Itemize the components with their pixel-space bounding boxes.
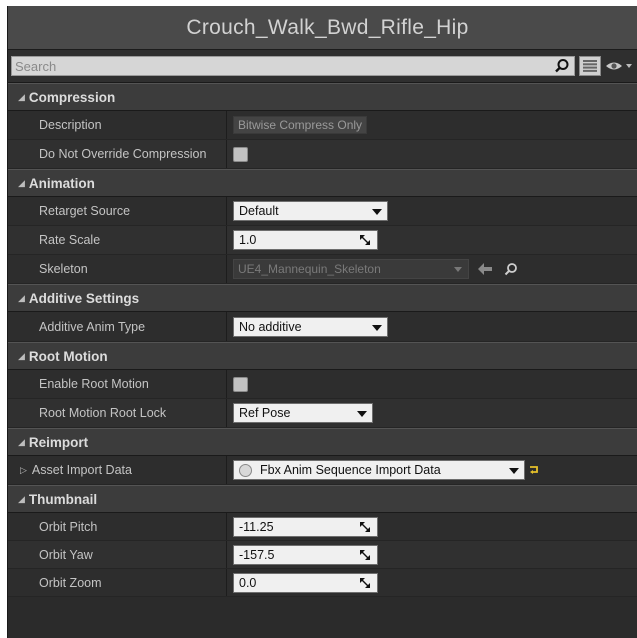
property-row-additive-type: Additive Anim Type No additive [8,312,637,342]
chevron-down-icon [372,324,382,331]
collapse-triangle-icon: ◢ [18,436,25,447]
chevron-down-icon [372,209,382,215]
category-label: Additive Settings [28,290,140,306]
dropdown-value: Default [239,204,279,218]
details-panel: Crouch_Walk_Bwd_Rifle_Hip Search ◢ Compr… [7,6,637,638]
dropdown-value: Ref Pose [239,406,291,420]
collapse-triangle-icon: ◢ [18,177,25,188]
category-label: Compression [28,89,116,105]
property-row-no-override: Do Not Override Compression [8,140,637,169]
chevron-down-icon [454,267,462,272]
property-name: Skeleton [8,255,227,283]
description-value: Bitwise Compress Only [233,116,368,134]
rate-scale-input[interactable]: 1.0 [233,230,378,250]
property-row-skeleton: Skeleton UE4_Mannequin_Skeleton [8,255,637,284]
additive-type-dropdown[interactable]: No additive [233,316,388,337]
chevron-down-icon [509,468,519,474]
title-bar: Crouch_Walk_Bwd_Rifle_Hip [8,6,637,50]
property-row-rate-scale: Rate Scale 1.0 [8,226,637,255]
drag-handle-icon[interactable] [359,577,371,589]
property-name: Orbit Zoom [8,569,227,596]
property-name[interactable]: ▷ Asset Import Data [8,456,227,484]
collapse-triangle-icon: ◢ [18,493,25,504]
property-name: Do Not Override Compression [8,140,227,168]
reset-icon[interactable] [527,460,541,480]
search-input[interactable] [15,57,574,75]
no-override-checkbox[interactable] [233,146,248,162]
retarget-source-dropdown[interactable]: Default [233,201,388,221]
drag-handle-icon[interactable] [359,549,371,561]
category-reimport[interactable]: ◢ Reimport [8,428,637,456]
expand-triangle-icon[interactable]: ▷ [20,465,27,476]
property-row-description: Description Bitwise Compress Only [8,111,637,140]
orbit-yaw-input[interactable]: -157.5 [233,544,378,565]
property-name: Retarget Source [8,197,227,225]
list-view-icon[interactable] [579,56,601,76]
drag-handle-icon[interactable] [359,521,371,533]
category-label: Reimport [28,434,89,450]
dropdown-value: Fbx Anim Sequence Import Data [260,463,441,477]
property-row-orbit-pitch: Orbit Pitch -11.25 [8,513,637,541]
eye-icon[interactable] [605,56,633,76]
property-row-root-lock: Root Motion Root Lock Ref Pose [8,399,637,428]
category-label: Root Motion [28,348,108,364]
property-row-orbit-yaw: Orbit Yaw -157.5 [8,541,637,569]
skeleton-asset-picker: UE4_Mannequin_Skeleton [233,259,469,279]
numeric-value: 0.0 [239,575,257,590]
dropdown-value: No additive [239,319,302,334]
orbit-pitch-input[interactable]: -11.25 [233,516,378,537]
category-label: Thumbnail [28,491,98,507]
property-name: Root Motion Root Lock [8,399,227,427]
property-name: Rate Scale [8,226,227,254]
search-box[interactable] [11,56,575,76]
property-name: Orbit Yaw [8,541,227,568]
enable-root-motion-checkbox[interactable] [233,376,248,392]
numeric-value: 1.0 [239,233,257,247]
numeric-value: -11.25 [239,519,274,534]
property-label: Asset Import Data [31,463,132,477]
property-name: Orbit Pitch [8,513,227,540]
collapse-triangle-icon: ◢ [18,350,25,361]
skeleton-value: UE4_Mannequin_Skeleton [238,262,381,276]
arrow-left-icon[interactable] [475,259,495,279]
search-row [8,50,637,83]
drag-handle-icon[interactable] [359,234,371,246]
numeric-value: -157.5 [239,547,275,562]
orbit-zoom-input[interactable]: 0.0 [233,572,378,593]
property-row-orbit-zoom: Orbit Zoom 0.0 [8,569,637,597]
property-row-enable-root-motion: Enable Root Motion [8,370,637,399]
collapse-triangle-icon: ◢ [18,292,25,303]
property-row-asset-import-data: ▷ Asset Import Data Fbx Anim Sequence Im… [8,456,637,485]
category-compression[interactable]: ◢ Compression [8,83,637,111]
category-additive-settings[interactable]: ◢ Additive Settings [8,284,637,312]
class-icon [239,463,252,477]
browse-icon[interactable] [501,259,521,279]
category-label: Animation [28,175,95,191]
category-root-motion[interactable]: ◢ Root Motion [8,342,637,370]
category-thumbnail[interactable]: ◢ Thumbnail [8,485,637,513]
property-row-retarget-source: Retarget Source Default [8,197,637,226]
asset-import-data-dropdown[interactable]: Fbx Anim Sequence Import Data [233,460,525,480]
property-name: Enable Root Motion [8,370,227,398]
chevron-down-icon [357,411,367,417]
asset-title: Crouch_Walk_Bwd_Rifle_Hip [186,15,469,39]
search-icon[interactable] [554,58,570,74]
category-animation[interactable]: ◢ Animation [8,169,637,197]
root-lock-dropdown[interactable]: Ref Pose [233,403,373,423]
collapse-triangle-icon: ◢ [18,91,25,102]
property-name: Additive Anim Type [8,312,227,341]
property-name: Description [8,111,227,139]
